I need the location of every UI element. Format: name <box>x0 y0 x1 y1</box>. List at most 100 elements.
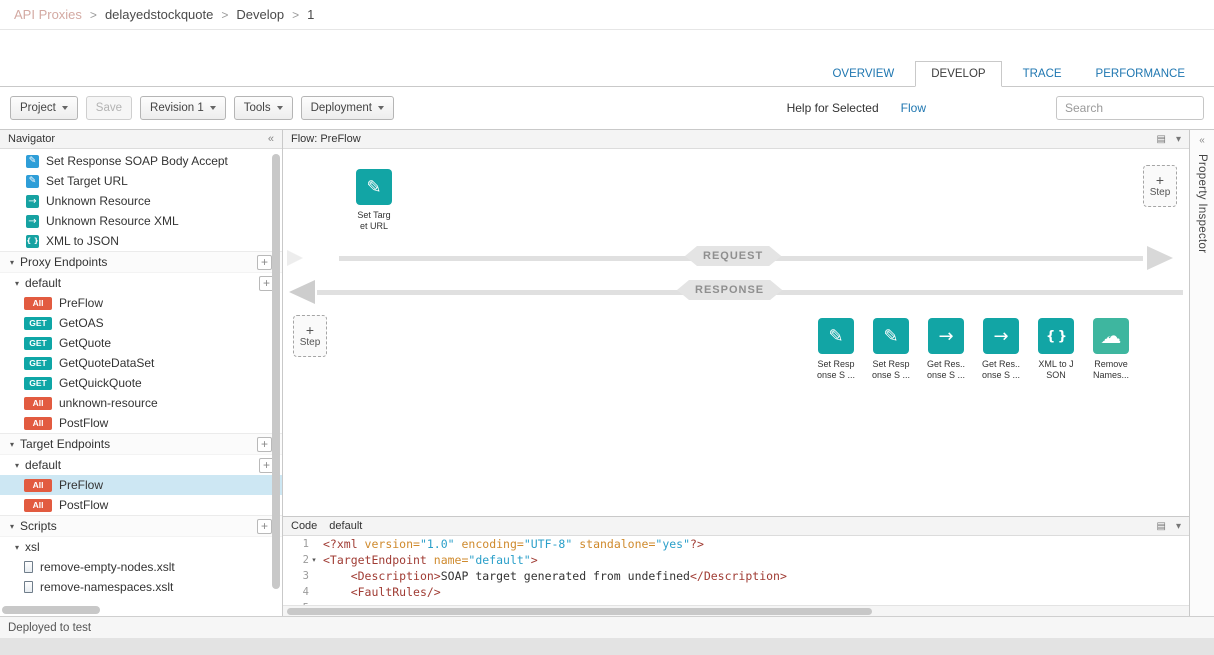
add-proxy-endpoints-button[interactable]: + <box>257 255 272 270</box>
method-badge: GET <box>24 337 52 350</box>
flow-step-label-line: Set Targ <box>347 210 401 221</box>
nav-item-postflow[interactable]: AllPostFlow <box>0 413 282 433</box>
add-scripts-button[interactable]: + <box>257 519 272 534</box>
flow-step-get-res-onse-s[interactable]: →Get Res..onse S ... <box>974 318 1028 380</box>
code-header: Code default ▤ ▾ <box>283 517 1189 536</box>
revision-menu-label: Revision 1 <box>150 102 204 114</box>
nav-item-getquickquote[interactable]: GETGetQuickQuote <box>0 373 282 393</box>
tools-menu-button[interactable]: Tools <box>234 96 293 120</box>
revision-menu-button[interactable]: Revision 1 <box>140 96 226 120</box>
flow-step-label-line: XML to J <box>1029 359 1083 370</box>
expand-property-inspector-icon[interactable]: « <box>1199 135 1205 146</box>
flow-step-label-line: Get Res.. <box>919 359 973 370</box>
code-line[interactable]: 3 <Description>SOAP target generated fro… <box>283 568 1189 584</box>
tab-overview[interactable]: OVERVIEW <box>829 62 897 86</box>
navigator-horizontal-scrollbar[interactable] <box>2 606 100 614</box>
flow-step-label: XML to JSON <box>1029 359 1083 380</box>
fold-arrow-icon[interactable]: ▾ <box>309 552 319 568</box>
navigator-policy-set-response-soap-body-accept[interactable]: ✎Set Response SOAP Body Accept <box>0 151 282 171</box>
code-token: <FaultRules/> <box>351 585 441 599</box>
code-panel: Code default ▤ ▾ 1 <?xml version="1.0" e… <box>283 516 1189 616</box>
nav-item-preflow[interactable]: AllPreFlow <box>0 475 282 495</box>
navigator-panel: Navigator « ✎Set Response SOAP Body Acce… <box>0 130 283 616</box>
pencil-icon: ✎ <box>818 318 854 354</box>
file-icon <box>24 581 33 593</box>
flow-step-label-line: Remove <box>1084 359 1138 370</box>
scrollbar-thumb[interactable] <box>287 608 872 615</box>
search-input[interactable] <box>1056 96 1204 120</box>
code-line[interactable]: 2▾<TargetEndpoint name="default"> <box>283 552 1189 568</box>
chevron-down-icon <box>210 106 216 110</box>
nav-item-unknown-resource[interactable]: Allunknown-resource <box>0 393 282 413</box>
nav-item-getquote[interactable]: GETGetQuote <box>0 333 282 353</box>
line-number: 4 <box>283 584 319 600</box>
add-request-step-button[interactable]: + Step <box>1143 165 1177 207</box>
help-flow-link[interactable]: Flow <box>901 101 926 115</box>
property-inspector-strip[interactable]: « Property Inspector <box>1189 130 1214 616</box>
nav-item-getquotedataset[interactable]: GETGetQuoteDataSet <box>0 353 282 373</box>
collapse-navigator-icon[interactable]: « <box>268 133 274 145</box>
code-editor[interactable]: 1 <?xml version="1.0" encoding="UTF-8" s… <box>283 536 1189 605</box>
deployment-menu-button[interactable]: Deployment <box>301 96 394 120</box>
method-badge: All <box>24 397 52 410</box>
group-default[interactable]: ▾default+ <box>0 273 282 293</box>
group-default[interactable]: ▾default+ <box>0 455 282 475</box>
flow-step-xml-to-j-son[interactable]: { }XML to JSON <box>1029 318 1083 380</box>
breadcrumb-separator: > <box>90 8 97 22</box>
code-token <box>455 537 462 551</box>
nav-item-remove-empty-nodes-xslt[interactable]: remove-empty-nodes.xslt <box>0 557 282 577</box>
flow-step-set-targ-et-url[interactable]: ✎Set Target URL <box>347 169 401 231</box>
line-number: 2▾ <box>283 552 319 568</box>
tab-performance[interactable]: PERFORMANCE <box>1093 62 1188 86</box>
project-menu-button[interactable]: Project <box>10 96 78 120</box>
nav-item-preflow[interactable]: AllPreFlow <box>0 293 282 313</box>
navigator-policy-unknown-resource[interactable]: →Unknown Resource <box>0 191 282 211</box>
flow-step-set-resp-onse-s[interactable]: ✎Set Response S ... <box>864 318 918 380</box>
section-target-endpoints[interactable]: ▾Target Endpoints+ <box>0 433 282 455</box>
nav-item-getoas[interactable]: GETGetOAS <box>0 313 282 333</box>
group-xsl[interactable]: ▾xsl <box>0 537 282 557</box>
flow-step-remove-names[interactable]: ☁✓RemoveNames... <box>1084 318 1138 380</box>
navigator-policy-set-target-url[interactable]: ✎Set Target URL <box>0 171 282 191</box>
add-step-label: Step <box>1150 187 1171 198</box>
nav-item-remove-namespaces-xslt[interactable]: remove-namespaces.xslt <box>0 577 282 597</box>
panel-layout-icon[interactable]: ▤ <box>1157 134 1166 145</box>
flow-step-label: Set Response S ... <box>809 359 863 380</box>
save-button[interactable]: Save <box>86 96 132 120</box>
navigator-vertical-scrollbar[interactable] <box>272 154 280 602</box>
code-tab[interactable]: Code <box>291 520 317 532</box>
nav-item-postflow[interactable]: AllPostFlow <box>0 495 282 515</box>
pencil-icon: ✎ <box>873 318 909 354</box>
code-horizontal-scrollbar[interactable] <box>283 605 1189 616</box>
breadcrumb-item-api-proxies[interactable]: API Proxies <box>14 7 82 22</box>
code-line[interactable]: 1 <?xml version="1.0" encoding="UTF-8" s… <box>283 536 1189 552</box>
breadcrumb-item-delayedstockquote[interactable]: delayedstockquote <box>105 7 213 22</box>
code-token: <TargetEndpoint <box>323 553 434 567</box>
item-label: PostFlow <box>59 498 108 512</box>
add-response-step-button[interactable]: + Step <box>293 315 327 357</box>
section-scripts[interactable]: ▾Scripts+ <box>0 515 282 537</box>
flow-step-get-res-onse-s[interactable]: →Get Res..onse S ... <box>919 318 973 380</box>
code-line-text: <TargetEndpoint name="default"> <box>323 552 538 568</box>
breadcrumb-item-develop[interactable]: Develop <box>236 7 284 22</box>
triangle-down-icon: ▾ <box>10 440 14 449</box>
breadcrumb-separator: > <box>221 8 228 22</box>
code-token: <?xml <box>323 537 365 551</box>
status-bar: Deployed to test <box>0 616 1214 638</box>
flow-step-set-resp-onse-s[interactable]: ✎ Set Response S ... <box>809 318 863 380</box>
navigator-policy-unknown-resource-xml[interactable]: →Unknown Resource XML <box>0 211 282 231</box>
code-header-icons: ▤ ▾ <box>1157 521 1181 532</box>
section-proxy-endpoints[interactable]: ▾Proxy Endpoints+ <box>0 251 282 273</box>
collapse-flow-panel-icon[interactable]: ▾ <box>1176 134 1181 145</box>
add-target-endpoints-button[interactable]: + <box>257 437 272 452</box>
panel-layout-icon[interactable]: ▤ <box>1157 521 1166 532</box>
tab-develop[interactable]: DEVELOP <box>915 61 1001 87</box>
tab-trace[interactable]: TRACE <box>1020 62 1065 86</box>
navigator-policy-xml-to-json[interactable]: { }XML to JSON <box>0 231 282 251</box>
code-line[interactable]: 4 <FaultRules/> <box>283 584 1189 600</box>
code-line-text: <Description>SOAP target generated from … <box>323 568 787 584</box>
scrollbar-thumb[interactable] <box>272 154 280 589</box>
line-number: 3 <box>283 568 319 584</box>
code-token: name= <box>434 553 469 567</box>
collapse-code-panel-icon[interactable]: ▾ <box>1176 521 1181 532</box>
